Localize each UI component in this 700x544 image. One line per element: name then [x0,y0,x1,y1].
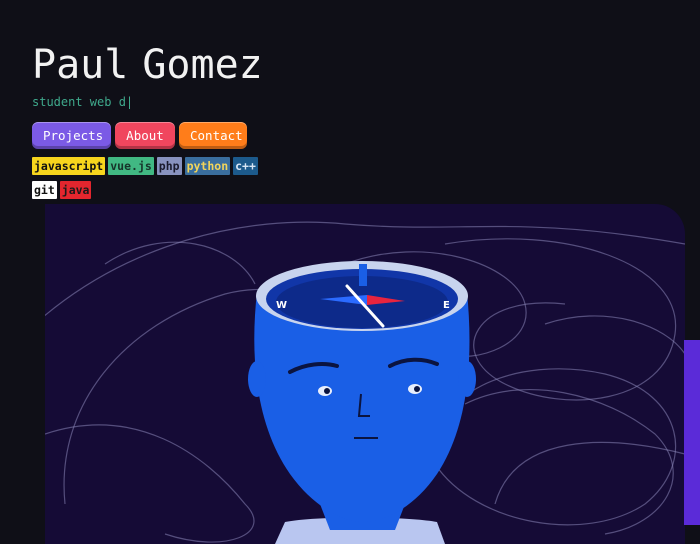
right-ear [458,361,476,397]
skill-tag: java [60,181,92,199]
skill-tag: git [32,181,57,199]
last-name: Gomez [142,42,262,88]
projects-button[interactable]: Projects [32,122,111,149]
main-nav: Projects About Contact [32,122,247,149]
typing-tagline: student web d| [32,95,133,109]
about-button[interactable]: About [115,122,175,149]
hero-illustration: N W E [45,204,685,544]
skill-tag: c++ [233,157,258,175]
skill-tags-row: javascript vue.js php python c++ [32,157,258,175]
contact-button[interactable]: Contact [179,122,247,149]
skill-tag: vue.js [108,157,154,175]
page-title: Paul Gomez [32,42,263,88]
skill-tag: javascript [32,157,105,175]
side-accent [684,340,700,525]
skill-tags-row: git java [32,181,91,199]
first-name: Paul [32,42,128,88]
left-ear [248,361,266,397]
compass-head-illustration: N W E [45,204,685,544]
compass-east-label: E [443,300,450,311]
skill-tag: php [157,157,182,175]
skill-tag: python [185,157,231,175]
compass-west-label: W [276,300,287,311]
